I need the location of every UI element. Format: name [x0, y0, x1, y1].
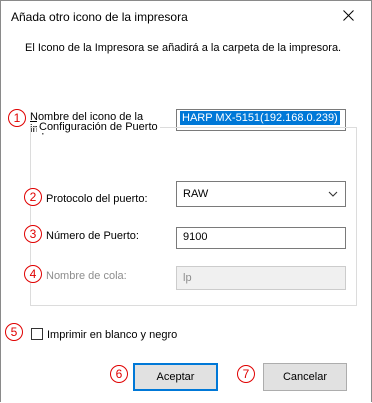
- cancel-button[interactable]: Cancelar: [263, 363, 347, 391]
- protocol-select[interactable]: RAW: [176, 181, 346, 207]
- queue-name-field: lp: [176, 266, 346, 290]
- accept-button[interactable]: Aceptar: [133, 363, 218, 391]
- bw-print-checkbox[interactable]: [31, 328, 43, 340]
- chevron-down-icon: [328, 189, 338, 202]
- add-printer-icon-dialog: Añada otro icono de la impresora El Icon…: [0, 0, 372, 402]
- callout-badge-6: 6: [110, 365, 128, 383]
- queue-name-label: Nombre de cola:: [46, 270, 127, 282]
- accept-label: Aceptar: [156, 371, 195, 383]
- protocol-label: Protocolo del puerto:: [46, 193, 148, 205]
- callout-badge-5: 5: [5, 323, 23, 341]
- protocol-value: RAW: [183, 188, 209, 200]
- dialog-description: El Icono de la Impresora se añadirá a la…: [25, 42, 342, 54]
- port-number-field[interactable]: 9100: [176, 227, 346, 249]
- queue-name-value: lp: [183, 272, 192, 284]
- callout-badge-7: 7: [237, 365, 255, 383]
- callout-badge-3: 3: [24, 225, 42, 243]
- title-bar: Añada otro icono de la impresora: [1, 1, 371, 32]
- dialog-title: Añada otro icono de la impresora: [11, 10, 188, 24]
- callout-badge-1: 1: [8, 109, 26, 127]
- callout-badge-4: 4: [24, 265, 42, 283]
- port-number-label: Número de Puerto:: [46, 230, 139, 242]
- bw-print-label[interactable]: Imprimir en blanco y negro: [47, 329, 177, 341]
- cancel-label: Cancelar: [282, 371, 328, 383]
- printer-name-value: HARP MX-5151(192.168.0.239): [180, 111, 340, 125]
- port-config-title: Configuración de Puerto: [37, 121, 160, 133]
- close-button[interactable]: [325, 1, 371, 32]
- callout-badge-2: 2: [24, 188, 42, 206]
- close-icon: [342, 9, 354, 24]
- port-number-value: 9100: [183, 231, 208, 243]
